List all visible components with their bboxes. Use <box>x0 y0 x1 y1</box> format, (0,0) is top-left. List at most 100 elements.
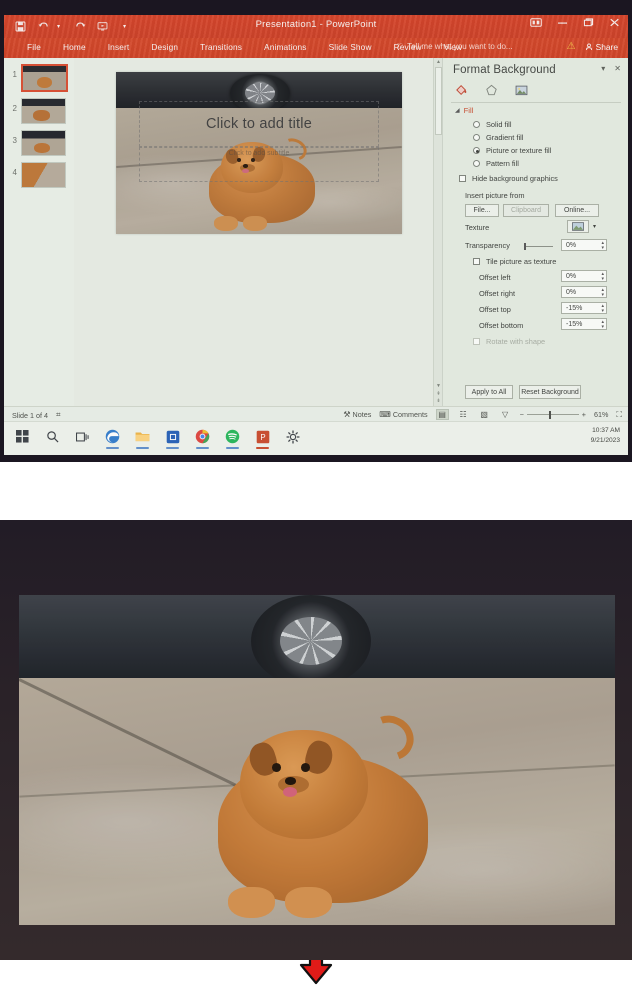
spinner-icon[interactable]: ▴ ▾ <box>601 287 604 299</box>
warning-icon[interactable]: ⚠ <box>567 41 576 52</box>
settings-gear-icon[interactable] <box>284 428 301 445</box>
tab-animations[interactable]: Animations <box>253 42 318 52</box>
spinner-icon[interactable]: ▴ ▾ <box>601 240 604 252</box>
chrome-icon[interactable] <box>194 428 211 449</box>
list-item[interactable]: 4 <box>8 162 66 188</box>
slide-thumbnail-pane[interactable]: 1 2 3 4 <box>4 58 74 406</box>
spinner-icon[interactable]: ▴ ▾ <box>601 303 604 315</box>
ribbon-display-options-button[interactable] <box>530 18 542 30</box>
radio-gradient-fill[interactable]: Gradient fill <box>473 133 523 142</box>
restore-button[interactable] <box>582 18 594 30</box>
spinner-icon[interactable]: ▴ ▾ <box>601 271 604 283</box>
vertical-scrollbar[interactable]: ▲ ▼ ⇞ ⇟ <box>433 58 442 406</box>
insert-from-file-button[interactable]: File... <box>465 204 499 217</box>
share-area[interactable]: ⚠ Share <box>567 41 618 52</box>
zoom-level-label[interactable]: 61% <box>594 410 608 419</box>
radio-picture-or-texture-fill[interactable]: Picture or texture fill <box>473 146 551 155</box>
offset-top-field[interactable]: -15% ▴ ▾ <box>561 302 607 314</box>
offset-left-field[interactable]: 0% ▴ ▾ <box>561 270 607 282</box>
zoom-slider[interactable]: − + <box>520 410 586 419</box>
spotify-icon[interactable] <box>224 428 241 449</box>
checkbox-hide-background-graphics[interactable]: Hide background graphics <box>459 174 558 183</box>
checkbox-tile-picture-as-texture[interactable]: Tile picture as texture <box>473 257 556 266</box>
transparency-value-field[interactable]: 0% ▴ ▾ <box>561 239 607 251</box>
slide-thumbnail-1[interactable] <box>21 64 68 92</box>
start-button[interactable] <box>14 428 31 445</box>
accessibility-icon[interactable]: ⌗ <box>56 410 61 420</box>
share-button[interactable]: Share <box>585 42 618 52</box>
texture-preview-button[interactable] <box>567 220 589 233</box>
radio-icon[interactable] <box>473 121 480 128</box>
radio-pattern-fill[interactable]: Pattern fill <box>473 159 519 168</box>
slide-thumbnail-3[interactable] <box>21 130 66 156</box>
radio-icon[interactable] <box>473 160 480 167</box>
status-bar-right[interactable]: ⚒ Notes ⌨ Comments ▤ ☷ ▧ ▽ − + 61% ⛶ <box>343 409 622 420</box>
reset-background-button[interactable]: Reset Background <box>519 385 581 399</box>
scroll-up-arrow[interactable]: ▲ <box>435 59 442 66</box>
scroll-down-arrow[interactable]: ▼ <box>435 383 442 390</box>
checkbox-icon[interactable] <box>459 175 466 182</box>
radio-solid-fill[interactable]: Solid fill <box>473 120 511 129</box>
tab-design[interactable]: Design <box>140 42 189 52</box>
insert-from-clipboard-button[interactable]: Clipboard <box>503 204 549 217</box>
taskbar-clock[interactable]: 10:37 AM 9/21/2023 <box>591 426 620 445</box>
microsoft-store-icon[interactable] <box>164 428 181 449</box>
powerpoint-icon[interactable]: P <box>254 428 271 449</box>
transparency-slider-track[interactable] <box>525 246 553 247</box>
effects-pentagon-icon[interactable] <box>483 82 499 97</box>
task-view-icon[interactable] <box>74 428 91 445</box>
taskbar-icons[interactable]: P <box>14 428 301 449</box>
tab-slide-show[interactable]: Slide Show <box>318 42 383 52</box>
search-icon[interactable] <box>44 428 61 445</box>
comments-button[interactable]: ⌨ Comments <box>379 410 427 419</box>
transparency-slider-knob[interactable] <box>524 243 526 250</box>
pane-close-icon[interactable]: ✕ <box>614 64 621 73</box>
notes-button[interactable]: ⚒ Notes <box>343 410 371 419</box>
radio-icon[interactable] <box>473 134 480 141</box>
apply-to-all-button[interactable]: Apply to All <box>465 385 513 399</box>
list-item[interactable]: 3 <box>8 130 66 156</box>
title-placeholder[interactable]: Click to add title <box>138 101 380 147</box>
offset-right-field[interactable]: 0% ▴ ▾ <box>561 286 607 298</box>
zoom-in-button[interactable]: + <box>582 410 586 419</box>
window-controls[interactable] <box>530 18 620 30</box>
tab-transitions[interactable]: Transitions <box>189 42 253 52</box>
tab-home[interactable]: Home <box>52 42 97 52</box>
picture-icon[interactable] <box>513 82 529 97</box>
spinner-icon[interactable]: ▴ ▾ <box>601 319 604 331</box>
tab-insert[interactable]: Insert <box>97 42 141 52</box>
texture-dropdown-icon[interactable]: ▾ <box>593 223 596 230</box>
subtitle-placeholder[interactable]: Click to add subtitle <box>138 146 380 183</box>
slide-thumbnail-4[interactable] <box>21 162 66 188</box>
scrollbar-thumb[interactable] <box>435 67 442 135</box>
zoom-slider-track[interactable] <box>526 410 579 419</box>
list-item[interactable]: 2 <box>8 98 66 124</box>
pane-icon-tabs[interactable] <box>453 82 529 97</box>
pane-controls[interactable]: ▾ ✕ <box>601 64 621 73</box>
current-slide[interactable]: Click to add title Click to add subtitle <box>116 72 402 234</box>
normal-view-button[interactable]: ▤ <box>435 409 449 420</box>
zoom-slider-knob[interactable] <box>548 410 551 419</box>
pane-options-icon[interactable]: ▾ <box>601 64 605 73</box>
tell-me-search[interactable]: ♡ Tell me what you want to do... <box>396 42 513 51</box>
close-button[interactable] <box>608 18 620 30</box>
slideshow-button[interactable]: ▽ <box>499 409 512 420</box>
fill-bucket-icon[interactable] <box>453 82 469 97</box>
tab-file[interactable]: File <box>16 42 52 52</box>
reading-view-button[interactable]: ▧ <box>478 409 491 420</box>
previous-slide-button[interactable]: ⇞ <box>435 391 442 398</box>
next-slide-button[interactable]: ⇟ <box>435 398 442 405</box>
minimize-button[interactable] <box>556 18 568 30</box>
zoom-out-button[interactable]: − <box>520 410 524 419</box>
fill-section-header[interactable]: ◢ Fill <box>455 106 473 115</box>
edge-icon[interactable] <box>104 428 121 449</box>
slide-thumbnail-2[interactable] <box>21 98 66 124</box>
offset-bottom-field[interactable]: -15% ▴ ▾ <box>561 318 607 330</box>
list-item[interactable]: 1 <box>8 64 68 92</box>
slide-sorter-button[interactable]: ☷ <box>457 409 470 420</box>
radio-icon[interactable] <box>473 147 480 154</box>
insert-from-online-button[interactable]: Online... <box>555 204 599 217</box>
file-explorer-icon[interactable] <box>134 428 151 449</box>
checkbox-icon[interactable] <box>473 258 480 265</box>
fit-to-window-icon[interactable]: ⛶ <box>616 410 622 420</box>
